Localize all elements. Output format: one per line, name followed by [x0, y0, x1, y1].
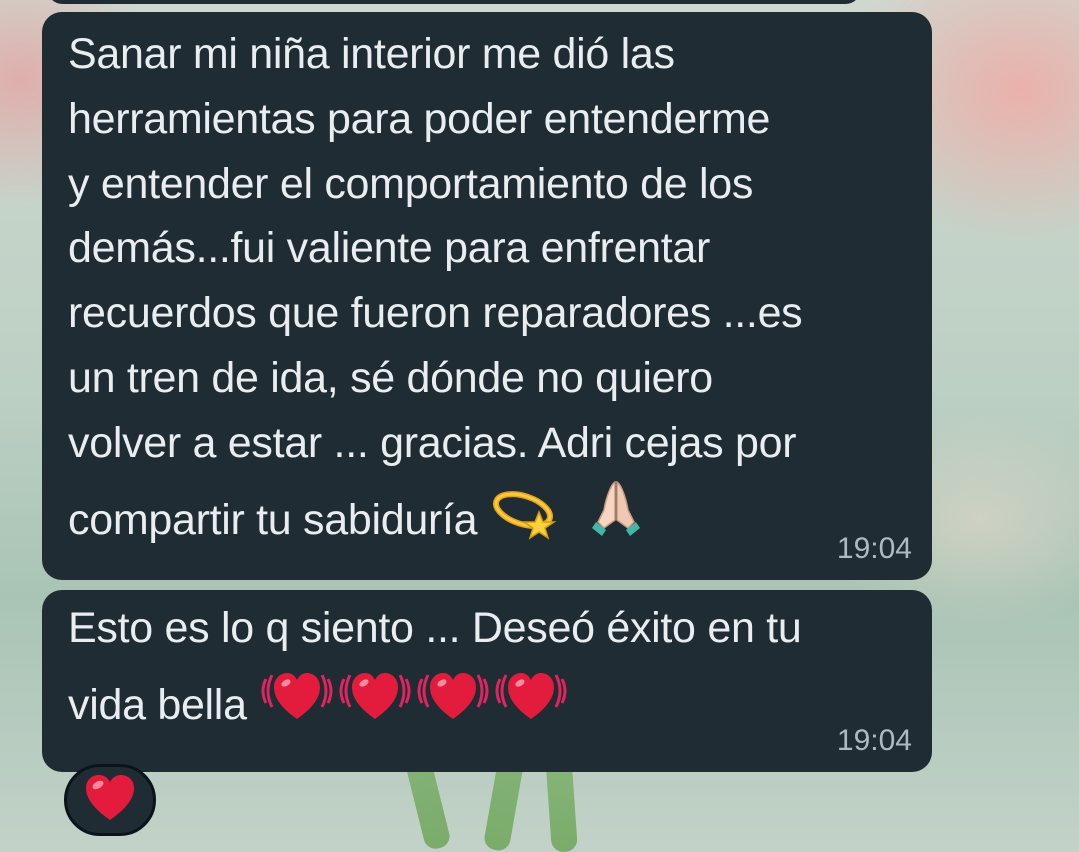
beating-heart-emoji: [258, 661, 336, 725]
message-timestamp: 19:04: [836, 724, 912, 757]
message-reaction-button[interactable]: [64, 764, 156, 836]
message-text: Esto es lo q siento ... Deseó éxito en t…: [68, 604, 802, 729]
dizzy-emoji: [489, 484, 561, 540]
previous-message-bubble-edge[interactable]: [48, 0, 860, 4]
message-timestamp: 19:04: [836, 532, 912, 565]
incoming-message-bubble[interactable]: Esto es lo q siento ... Deseó éxito en t…: [42, 590, 932, 772]
folded-hands-emoji: [584, 476, 648, 540]
red-heart-icon: [83, 774, 137, 827]
beating-heart-emoji: [492, 661, 570, 725]
incoming-message-bubble[interactable]: Sanar mi niña interior me dió las herram…: [42, 12, 932, 580]
message-text: Sanar mi niña interior me dió las herram…: [68, 30, 803, 544]
beating-heart-emoji: [414, 661, 492, 725]
beating-heart-emoji: [336, 661, 414, 725]
